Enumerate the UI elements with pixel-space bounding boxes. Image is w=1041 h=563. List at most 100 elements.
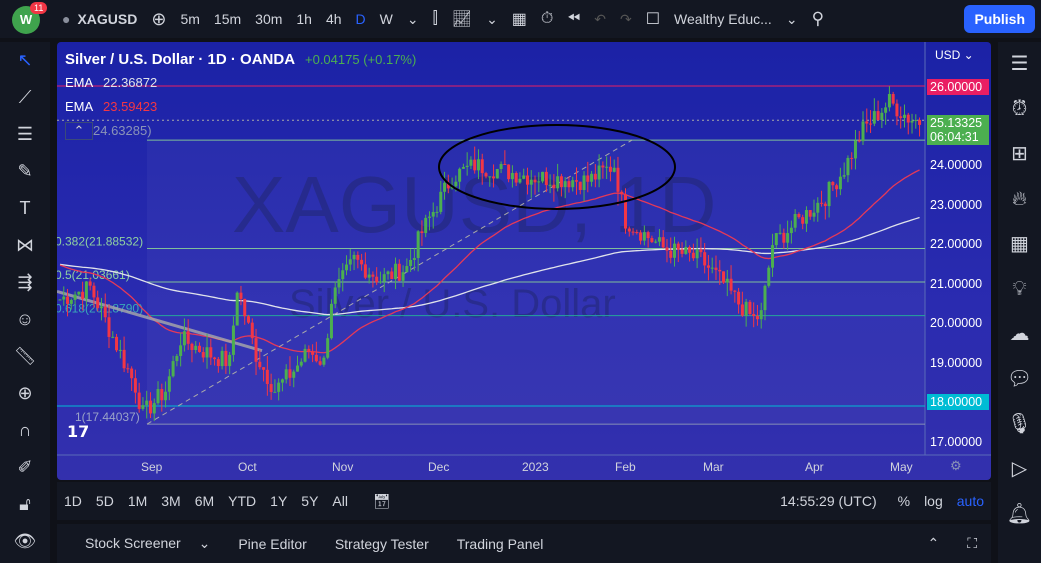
candle-body: [160, 389, 164, 401]
play-icon[interactable]: ▷: [998, 447, 1041, 492]
chevron-down-icon[interactable]: ⌄: [407, 11, 419, 28]
trend-line-icon[interactable]: ⟋: [0, 79, 50, 116]
ruler-icon[interactable]: 📏︎: [0, 338, 50, 375]
alarm-clock-icon[interactable]: ⏰︎: [998, 87, 1041, 132]
chat-icon[interactable]: 💬︎: [998, 357, 1041, 402]
range-1d[interactable]: 1D: [64, 493, 82, 509]
tab-trading-panel[interactable]: Trading Panel: [457, 536, 544, 552]
candle-body: [590, 173, 594, 182]
candle-body: [541, 171, 545, 182]
candle-body: [838, 176, 842, 190]
candle-body: [371, 274, 375, 277]
compare-plus-icon[interactable]: ⊕: [151, 9, 166, 30]
interval-4h[interactable]: 4h: [326, 11, 342, 27]
candle-body: [427, 216, 431, 218]
search-icon[interactable]: ⚲: [812, 9, 824, 29]
candle-body: [247, 316, 250, 323]
range-5d[interactable]: 5D: [96, 493, 114, 509]
candle-body: [126, 368, 130, 370]
hotlist-fire-icon[interactable]: 🔥︎: [998, 177, 1041, 222]
brush-icon[interactable]: ✎: [0, 153, 50, 190]
pencil-lock-icon[interactable]: ✐: [0, 449, 50, 486]
time-tick: Apr: [805, 460, 824, 474]
support-price-marker: 18.00000: [927, 394, 989, 410]
candle-body: [703, 252, 707, 266]
candle-body: [401, 272, 405, 281]
cursor-icon[interactable]: ↖: [0, 42, 50, 79]
pattern-icon[interactable]: ⋈: [0, 227, 50, 264]
publish-button[interactable]: Publish: [964, 5, 1035, 33]
range-ytd[interactable]: YTD: [228, 493, 256, 509]
auto-toggle[interactable]: auto: [957, 493, 984, 509]
candle-body: [424, 217, 428, 234]
magnet-icon[interactable]: ∩: [0, 412, 50, 449]
candles-icon[interactable]: ⫿: [433, 10, 438, 28]
candle-body: [514, 173, 518, 183]
candle-body: [443, 182, 447, 192]
currency-select[interactable]: USD ⌄: [935, 48, 974, 62]
tab-strategy-tester[interactable]: Strategy Tester: [335, 536, 429, 552]
collapse-legend-button[interactable]: ⌃: [65, 122, 93, 140]
layout-grid-icon[interactable]: ▦: [512, 9, 527, 29]
undo-icon[interactable]: ↶: [594, 11, 606, 28]
indicators-icon[interactable]: 📈︎: [452, 9, 472, 29]
candle-body: [277, 382, 281, 392]
emoji-icon[interactable]: ☺: [0, 301, 50, 338]
alert-add-icon[interactable]: ⏱︎: [541, 10, 553, 28]
range-6m[interactable]: 6M: [195, 493, 214, 509]
bottom-panel: Stock Screener ⌄ Pine Editor Strategy Te…: [57, 524, 991, 563]
candle-body: [205, 347, 209, 358]
layout-name[interactable]: Wealthy Educ...: [674, 11, 772, 27]
interval-d[interactable]: D: [356, 11, 366, 27]
add-list-icon[interactable]: ⊞: [998, 132, 1041, 177]
zoom-in-icon[interactable]: ⊕: [0, 375, 50, 412]
chart-canvas[interactable]: XAGUSD, 1DSilver / U.S. Dollar0.382(21.8…: [57, 42, 991, 480]
interval-30m[interactable]: 30m: [255, 11, 282, 27]
streams-cloud-icon[interactable]: ☁: [998, 312, 1041, 357]
fullscreen-checkbox-icon[interactable]: ☐: [646, 9, 660, 29]
goto-date-icon[interactable]: 📅︎: [373, 493, 391, 510]
settings-gear-icon[interactable]: ⚙: [950, 458, 962, 474]
maximize-panel-icon[interactable]: ⛶: [967, 535, 977, 552]
tab-pine-editor[interactable]: Pine Editor: [238, 536, 306, 552]
podcast-icon[interactable]: 🎙︎: [998, 402, 1041, 447]
bell-icon[interactable]: 🔔︎: [998, 492, 1041, 537]
interval-w[interactable]: W: [380, 11, 393, 27]
range-3m[interactable]: 3M: [161, 493, 180, 509]
log-toggle[interactable]: log: [924, 493, 943, 509]
chevron-down-icon[interactable]: ⌄: [486, 11, 498, 28]
candle-body: [363, 264, 367, 278]
price-chart[interactable]: XAGUSD, 1D Silver / U.S. Dollar 0.382(21.8…: [57, 42, 991, 480]
candle-body: [567, 181, 571, 188]
time-tick: Nov: [332, 460, 354, 474]
redo-icon[interactable]: ↷: [620, 11, 632, 28]
fib-lines-icon[interactable]: ☰: [0, 116, 50, 153]
chevron-down-icon[interactable]: ⌄: [786, 11, 798, 28]
candle-body: [556, 176, 560, 189]
lock-icon[interactable]: 🔓︎: [0, 486, 50, 523]
symbol-search[interactable]: XAGUSD: [77, 11, 137, 27]
candle-body: [122, 349, 126, 369]
interval-1h[interactable]: 1h: [296, 11, 312, 27]
candle-body: [895, 103, 899, 117]
clock[interactable]: 14:55:29 (UTC): [780, 493, 876, 509]
interval-15m[interactable]: 15m: [214, 11, 241, 27]
candle-body: [360, 259, 364, 265]
range-all[interactable]: All: [332, 493, 348, 509]
text-icon[interactable]: T: [0, 190, 50, 227]
percent-toggle[interactable]: %: [898, 493, 910, 509]
candle-body: [910, 120, 914, 123]
candle-body: [865, 121, 869, 124]
range-5y[interactable]: 5Y: [301, 493, 318, 509]
calendar-icon[interactable]: ▦: [998, 222, 1041, 267]
replay-icon[interactable]: ⏪︎: [567, 10, 580, 28]
watchlist-icon[interactable]: ☰: [998, 42, 1041, 87]
range-1m[interactable]: 1M: [128, 493, 147, 509]
collapse-panel-icon[interactable]: ⌃: [927, 535, 939, 552]
idea-bulb-icon[interactable]: 💡︎: [998, 267, 1041, 312]
tab-stock-screener[interactable]: Stock Screener ⌄: [71, 535, 210, 552]
interval-5m[interactable]: 5m: [180, 11, 199, 27]
eye-icon[interactable]: 👁︎: [0, 523, 50, 560]
range-1y[interactable]: 1Y: [270, 493, 287, 509]
forecast-icon[interactable]: ⇶: [0, 264, 50, 301]
